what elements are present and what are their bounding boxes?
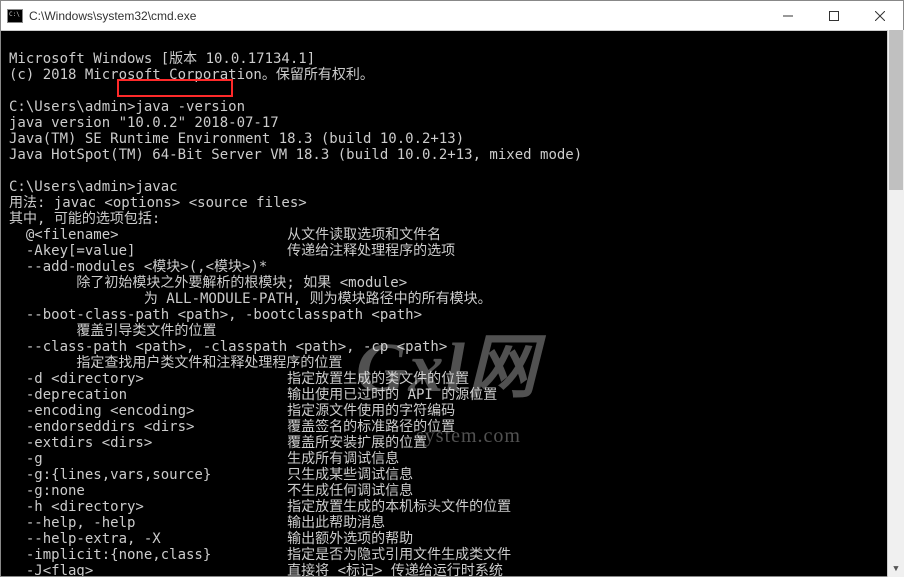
prompt-line: C:\Users\admin>java -version — [9, 99, 245, 115]
scroll-thumb[interactable] — [889, 30, 903, 190]
window-title: C:\Windows\system32\cmd.exe — [29, 9, 196, 23]
prompt-path: C:\Users\admin> — [9, 99, 135, 115]
option-line: -implicit:{none,class} 指定是否为隐式引用文件生成类文件 — [9, 547, 895, 563]
output-line: java version "10.0.2" 2018-07-17 — [9, 115, 279, 131]
option-line: 除了初始模块之外要解析的根模块; 如果 <module> — [9, 275, 895, 291]
minimize-icon — [783, 11, 793, 21]
close-icon — [875, 11, 885, 21]
option-line: --help-extra, -X 输出额外选项的帮助 — [9, 531, 895, 547]
option-line: -h <directory> 指定放置生成的本机标头文件的位置 — [9, 499, 895, 515]
output-line: Java(TM) SE Runtime Environment 18.3 (bu… — [9, 131, 464, 147]
copyright-line: (c) 2018 Microsoft Corporation。保留所有权利。 — [9, 67, 374, 83]
scroll-down-button[interactable]: ▼ — [888, 560, 904, 577]
terminal-output[interactable]: Microsoft Windows [版本 10.0.17134.1] (c) … — [1, 31, 903, 576]
option-line: -extdirs <dirs> 覆盖所安装扩展的位置 — [9, 435, 895, 451]
option-line: -d <directory> 指定放置生成的类文件的位置 — [9, 371, 895, 387]
scrollbar[interactable]: ▲ ▼ — [887, 30, 904, 577]
minimize-button[interactable] — [765, 1, 811, 30]
option-line: --boot-class-path <path>, -bootclasspath… — [9, 307, 895, 323]
window-controls — [765, 1, 903, 30]
title-bar: C:\Windows\system32\cmd.exe — [1, 1, 903, 31]
options-list: @<filename> 从文件读取选项和文件名 -Akey[=value] 传递… — [9, 227, 895, 576]
maximize-button[interactable] — [811, 1, 857, 30]
cmd-window: C:\Windows\system32\cmd.exe Microsoft Wi… — [0, 0, 904, 577]
header-line: Microsoft Windows [版本 10.0.17134.1] — [9, 51, 315, 67]
prompt-path: C:\Users\admin> — [9, 179, 135, 195]
command-text: java -version — [135, 99, 245, 115]
option-line: @<filename> 从文件读取选项和文件名 — [9, 227, 895, 243]
option-line: -g 生成所有调试信息 — [9, 451, 895, 467]
output-line: Java HotSpot(TM) 64-Bit Server VM 18.3 (… — [9, 147, 582, 163]
cmd-icon — [7, 9, 23, 23]
option-line: --help, -help 输出此帮助消息 — [9, 515, 895, 531]
command-text: javac — [135, 179, 177, 195]
option-line: -J<flag> 直接将 <标记> 传递给运行时系统 — [9, 563, 895, 576]
where-line: 其中, 可能的选项包括: — [9, 211, 160, 227]
option-line: 指定查找用户类文件和注释处理程序的位置 — [9, 355, 895, 371]
option-line: -Akey[=value] 传递给注释处理程序的选项 — [9, 243, 895, 259]
option-line: -g:none 不生成任何调试信息 — [9, 483, 895, 499]
option-line: 为 ALL-MODULE-PATH, 则为模块路径中的所有模块。 — [9, 291, 895, 307]
usage-line: 用法: javac <options> <source files> — [9, 195, 307, 211]
option-line: 覆盖引导类文件的位置 — [9, 323, 895, 339]
option-line: -encoding <encoding> 指定源文件使用的字符编码 — [9, 403, 895, 419]
close-button[interactable] — [857, 1, 903, 30]
option-line: --add-modules <模块>(,<模块>)* — [9, 259, 895, 275]
option-line: --class-path <path>, -classpath <path>, … — [9, 339, 895, 355]
option-line: -deprecation 输出使用已过时的 API 的源位置 — [9, 387, 895, 403]
option-line: -endorseddirs <dirs> 覆盖签名的标准路径的位置 — [9, 419, 895, 435]
title-left: C:\Windows\system32\cmd.exe — [1, 9, 196, 23]
option-line: -g:{lines,vars,source} 只生成某些调试信息 — [9, 467, 895, 483]
maximize-icon — [829, 11, 839, 21]
prompt-line: C:\Users\admin>javac — [9, 179, 178, 195]
